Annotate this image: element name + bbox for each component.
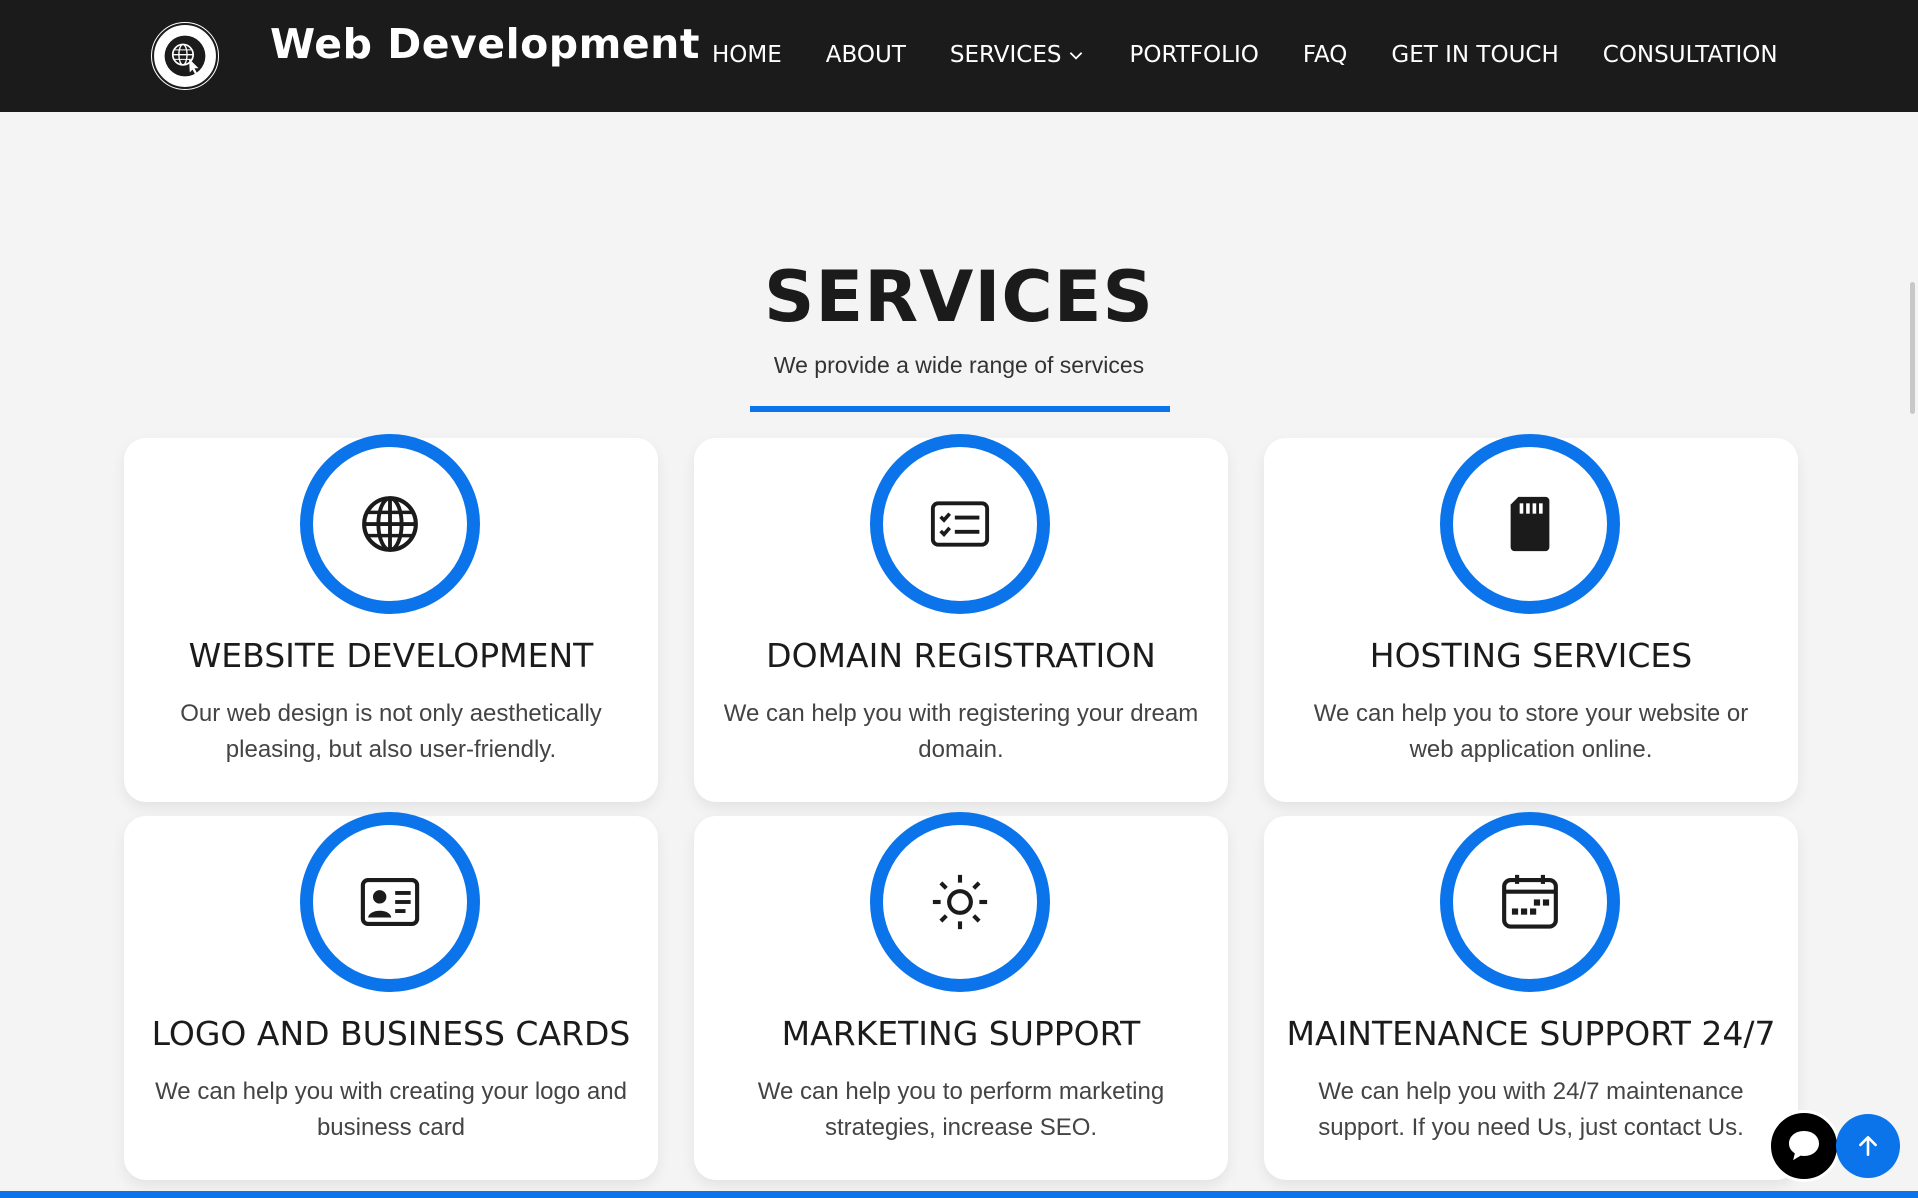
service-card-maintenance-support[interactable]: MAINTENANCE SUPPORT 24/7 We can help you… [1264,812,1798,1180]
service-icon-ring [870,434,1050,614]
service-title: MAINTENANCE SUPPORT 24/7 [1286,1014,1776,1053]
service-icon-ring [1440,434,1620,614]
service-card-hosting-services[interactable]: HOSTING SERVICES We can help you to stor… [1264,434,1798,802]
service-card-domain-registration[interactable]: DOMAIN REGISTRATION We can help you with… [694,434,1228,802]
main-nav: HOME ABOUT SERVICES PORTFOLIO FAQ GET IN… [712,42,1778,68]
navbar: Web Development HOME ABOUT SERVICES PORT… [0,0,1918,112]
arrow-up-icon [1859,1136,1877,1156]
service-icon-ring [300,812,480,992]
nav-services[interactable]: SERVICES [950,42,1086,68]
nav-home-label: HOME [712,42,782,68]
chevron-down-icon [1067,46,1085,64]
section-title: SERVICES [764,256,1154,338]
back-to-top-button[interactable] [1836,1114,1900,1178]
bottom-accent-bar [0,1191,1918,1198]
logo-emblem [152,23,218,89]
globe-icon [362,496,418,552]
chat-bubble-icon [1789,1131,1819,1161]
nav-about[interactable]: ABOUT [826,42,906,68]
nav-portfolio[interactable]: PORTFOLIO [1129,42,1258,68]
service-icon-ring [1440,812,1620,992]
service-card-marketing-support[interactable]: MARKETING SUPPORT We can help you to per… [694,812,1228,1180]
service-description: We can help you with creating your logo … [155,1078,627,1141]
brand-title[interactable]: Web Development [270,20,700,68]
calendar-icon [1502,874,1558,929]
nav-services-label: SERVICES [949,42,1062,68]
service-description: Our web design is not only aesthetically… [180,700,602,763]
brand-logo[interactable] [148,19,222,93]
service-title: LOGO AND BUSINESS CARDS [151,1014,631,1053]
nav-get-in-touch[interactable]: GET IN TOUCH [1391,42,1558,68]
section-subtitle: We provide a wide range of services [773,352,1145,378]
service-title: MARKETING SUPPORT [781,1014,1141,1053]
sun-icon [932,874,988,930]
service-icon-ring [870,812,1050,992]
sd-card-icon [1510,496,1550,552]
service-title: HOSTING SERVICES [1369,636,1693,675]
nav-home[interactable]: HOME [712,42,782,68]
nav-about-label: ABOUT [825,42,906,68]
scrollbar-thumb[interactable] [1910,282,1915,414]
chat-button[interactable] [1768,1110,1840,1182]
nav-faq-label: FAQ [1302,42,1348,68]
id-card-icon [360,877,420,927]
title-underline [750,406,1170,412]
nav-portfolio-label: PORTFOLIO [1129,42,1259,68]
nav-get-in-touch-label: GET IN TOUCH [1391,42,1559,68]
nav-consultation-label: CONSULTATION [1602,42,1778,68]
service-card-website-development[interactable]: WEBSITE DEVELOPMENT Our web design is no… [124,434,658,802]
service-card-logo-and-business-cards[interactable]: LOGO AND BUSINESS CARDS We can help you … [124,812,658,1180]
nav-faq[interactable]: FAQ [1303,42,1348,68]
service-title: DOMAIN REGISTRATION [766,636,1156,675]
service-description: We can help you with 24/7 maintenance su… [1318,1078,1744,1141]
checklist-icon [930,501,990,547]
service-description: We can help you with registering your dr… [723,700,1199,763]
service-icon-ring [300,434,480,614]
service-title: WEBSITE DEVELOPMENT [188,636,594,675]
nav-consultation[interactable]: CONSULTATION [1603,42,1778,68]
service-description: We can help you to perform marketing str… [757,1078,1165,1141]
service-description: We can help you to store your website or… [1313,700,1749,763]
